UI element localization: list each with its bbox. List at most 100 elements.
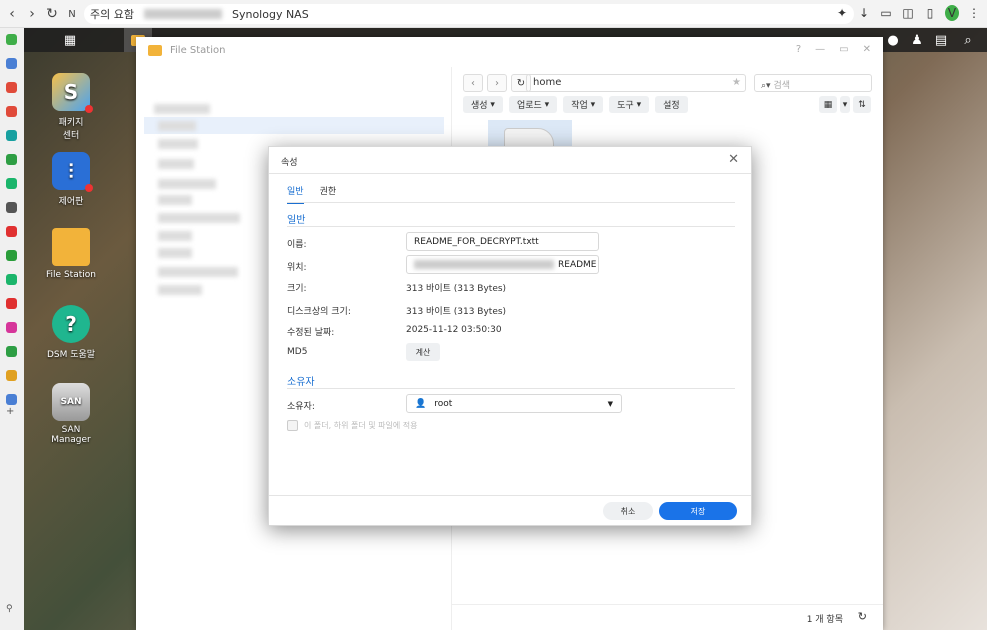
forward-button[interactable]: › xyxy=(487,74,507,92)
name-label: 이름: xyxy=(287,240,307,250)
properties-dialog: 속성 ✕ 일반 권한 일반 이름: README_FOR_DECRYPT.txt… xyxy=(268,146,752,526)
dialog-tabs: 일반 권한 xyxy=(287,184,336,204)
reload-icon[interactable]: ↻ xyxy=(42,4,62,24)
sidebar-icon[interactable]: ▯ xyxy=(923,5,937,21)
pin-icon[interactable]: ⚲ xyxy=(6,604,17,615)
cancel-button[interactable]: 취소 xyxy=(603,502,653,520)
back-button[interactable]: ‹ xyxy=(463,74,483,92)
close-icon[interactable]: ✕ xyxy=(863,44,871,55)
tools-button[interactable]: 도구 ▾ xyxy=(609,96,650,113)
window-titlebar[interactable]: File Station xyxy=(136,37,883,63)
tree-item[interactable] xyxy=(158,267,238,277)
app-icon[interactable] xyxy=(6,298,17,309)
tree-item[interactable] xyxy=(158,285,202,295)
search-input[interactable]: ⌕▾ 검색 xyxy=(754,74,872,92)
checkbox[interactable] xyxy=(287,420,298,431)
owner-select[interactable]: 👤 root ▼ xyxy=(406,394,622,413)
maximize-icon[interactable]: ▭ xyxy=(839,44,848,55)
desktop-icon-control-panel[interactable]: ⫶ 제어판 xyxy=(41,152,101,207)
tree-item[interactable] xyxy=(158,195,192,205)
app-icon[interactable] xyxy=(6,370,17,381)
app-icon[interactable] xyxy=(6,226,17,237)
blurred-url xyxy=(143,9,222,19)
minimize-icon[interactable]: — xyxy=(815,44,825,55)
widgets-icon[interactable]: ▤ xyxy=(927,28,955,52)
app-icon[interactable] xyxy=(6,178,17,189)
app-icon[interactable] xyxy=(6,346,17,357)
section-title-general: 일반 xyxy=(287,215,306,226)
location-field[interactable]: README xyxy=(406,255,599,274)
main-menu-icon[interactable]: ▦ xyxy=(56,28,84,52)
action-button[interactable]: 작업 ▾ xyxy=(563,96,604,113)
desktop-icon-label: DSM 도움말 xyxy=(46,350,96,360)
cast-icon[interactable]: ▭ xyxy=(879,5,893,21)
tab-permissions[interactable]: 권한 xyxy=(320,184,337,204)
app-icon[interactable] xyxy=(6,322,17,333)
back-icon[interactable]: ‹ xyxy=(2,4,22,24)
blurred-path xyxy=(414,260,554,269)
md5-calculate-button[interactable]: 계산 xyxy=(406,343,440,361)
divider xyxy=(287,202,735,203)
desktop-icon-dsm-help[interactable]: ? DSM 도움말 xyxy=(41,305,101,360)
tab-general[interactable]: 일반 xyxy=(287,184,304,204)
settings-button[interactable]: 설정 xyxy=(655,96,688,113)
upload-button[interactable]: 업로드 ▾ xyxy=(508,96,558,113)
tree-item[interactable] xyxy=(158,121,196,131)
extension-sidebar: + ⚲ xyxy=(0,28,24,630)
app-icon[interactable] xyxy=(6,394,17,405)
name-field[interactable]: README_FOR_DECRYPT.txtt xyxy=(406,232,599,251)
save-button[interactable]: 저장 xyxy=(659,502,737,520)
tree-item[interactable] xyxy=(158,179,216,189)
app-icon[interactable] xyxy=(6,34,17,45)
app-icon[interactable] xyxy=(6,250,17,261)
tree-item[interactable] xyxy=(158,248,192,258)
tree-item[interactable] xyxy=(154,104,210,114)
disk-size-label: 디스크상의 크기: xyxy=(287,307,351,317)
refresh-icon[interactable]: ↻ xyxy=(858,610,867,623)
modified-value: 2025-11-12 03:50:30 xyxy=(406,325,502,335)
star-icon[interactable]: ★ xyxy=(732,77,741,88)
desktop-icon-san-manager[interactable]: SAN SAN Manager xyxy=(41,383,101,445)
app-icon[interactable] xyxy=(6,82,17,93)
create-button[interactable]: 생성 ▾ xyxy=(463,96,503,113)
app-icon[interactable] xyxy=(6,154,17,165)
desktop-icon-label: 패키지 센터 xyxy=(58,118,84,141)
help-icon[interactable]: ? xyxy=(796,44,801,55)
app-icon[interactable] xyxy=(6,106,17,117)
browser-toolbar: ‹ › ↻ N 주의 요함 Synology NAS ✦ ↓ ▭ ◫ ▯ V ⋮ xyxy=(0,0,987,28)
home-icon[interactable]: N xyxy=(62,4,82,24)
path-input[interactable]: home ★ xyxy=(526,74,746,92)
warning-label[interactable]: 주의 요함 xyxy=(90,6,134,22)
apply-recursive-checkbox[interactable]: 이 폴더, 하위 폴더 및 파일에 적용 xyxy=(287,420,417,431)
tree-item[interactable] xyxy=(158,213,240,223)
section-title-owner: 소유자 xyxy=(287,377,315,388)
app-icon[interactable] xyxy=(6,58,17,69)
add-icon[interactable]: + xyxy=(6,406,17,417)
desktop-icon-label: 제어판 xyxy=(58,197,84,207)
menu-icon[interactable]: ⋮ xyxy=(967,5,981,21)
screenshot-icon[interactable]: ◫ xyxy=(901,5,915,21)
desktop-icon-package-center[interactable]: S 패키지 센터 xyxy=(41,73,101,141)
chevron-down-icon[interactable]: ▾ xyxy=(840,96,850,113)
view-controls: ▦ ▾ ⇅ xyxy=(819,96,871,113)
address-bar[interactable]: 주의 요함 Synology NAS xyxy=(84,4,854,24)
tree-item[interactable] xyxy=(158,159,194,169)
app-icon[interactable] xyxy=(6,130,17,141)
forward-icon[interactable]: › xyxy=(22,4,42,24)
grid-view-icon[interactable]: ▦ xyxy=(819,96,837,113)
app-icon[interactable] xyxy=(6,274,17,285)
tree-item[interactable] xyxy=(158,231,192,241)
download-icon[interactable]: ↓ xyxy=(857,5,871,21)
search-icon[interactable]: ⌕ xyxy=(954,28,982,52)
desktop-icon-file-station[interactable]: File Station xyxy=(41,228,101,280)
sort-icon[interactable]: ⇅ xyxy=(853,96,871,113)
extension-icon[interactable]: ✦ xyxy=(835,5,849,21)
profile-avatar[interactable]: V xyxy=(945,5,959,21)
nav-buttons: ‹ › ↻ xyxy=(463,74,531,92)
name-value: README_FOR_DECRYPT.txtt xyxy=(414,237,539,247)
app-icon[interactable] xyxy=(6,202,17,213)
tree-item[interactable] xyxy=(158,139,198,149)
search-placeholder: 검색 xyxy=(773,81,790,91)
close-icon[interactable]: ✕ xyxy=(728,152,739,167)
desktop-icon-label: File Station xyxy=(46,270,96,280)
